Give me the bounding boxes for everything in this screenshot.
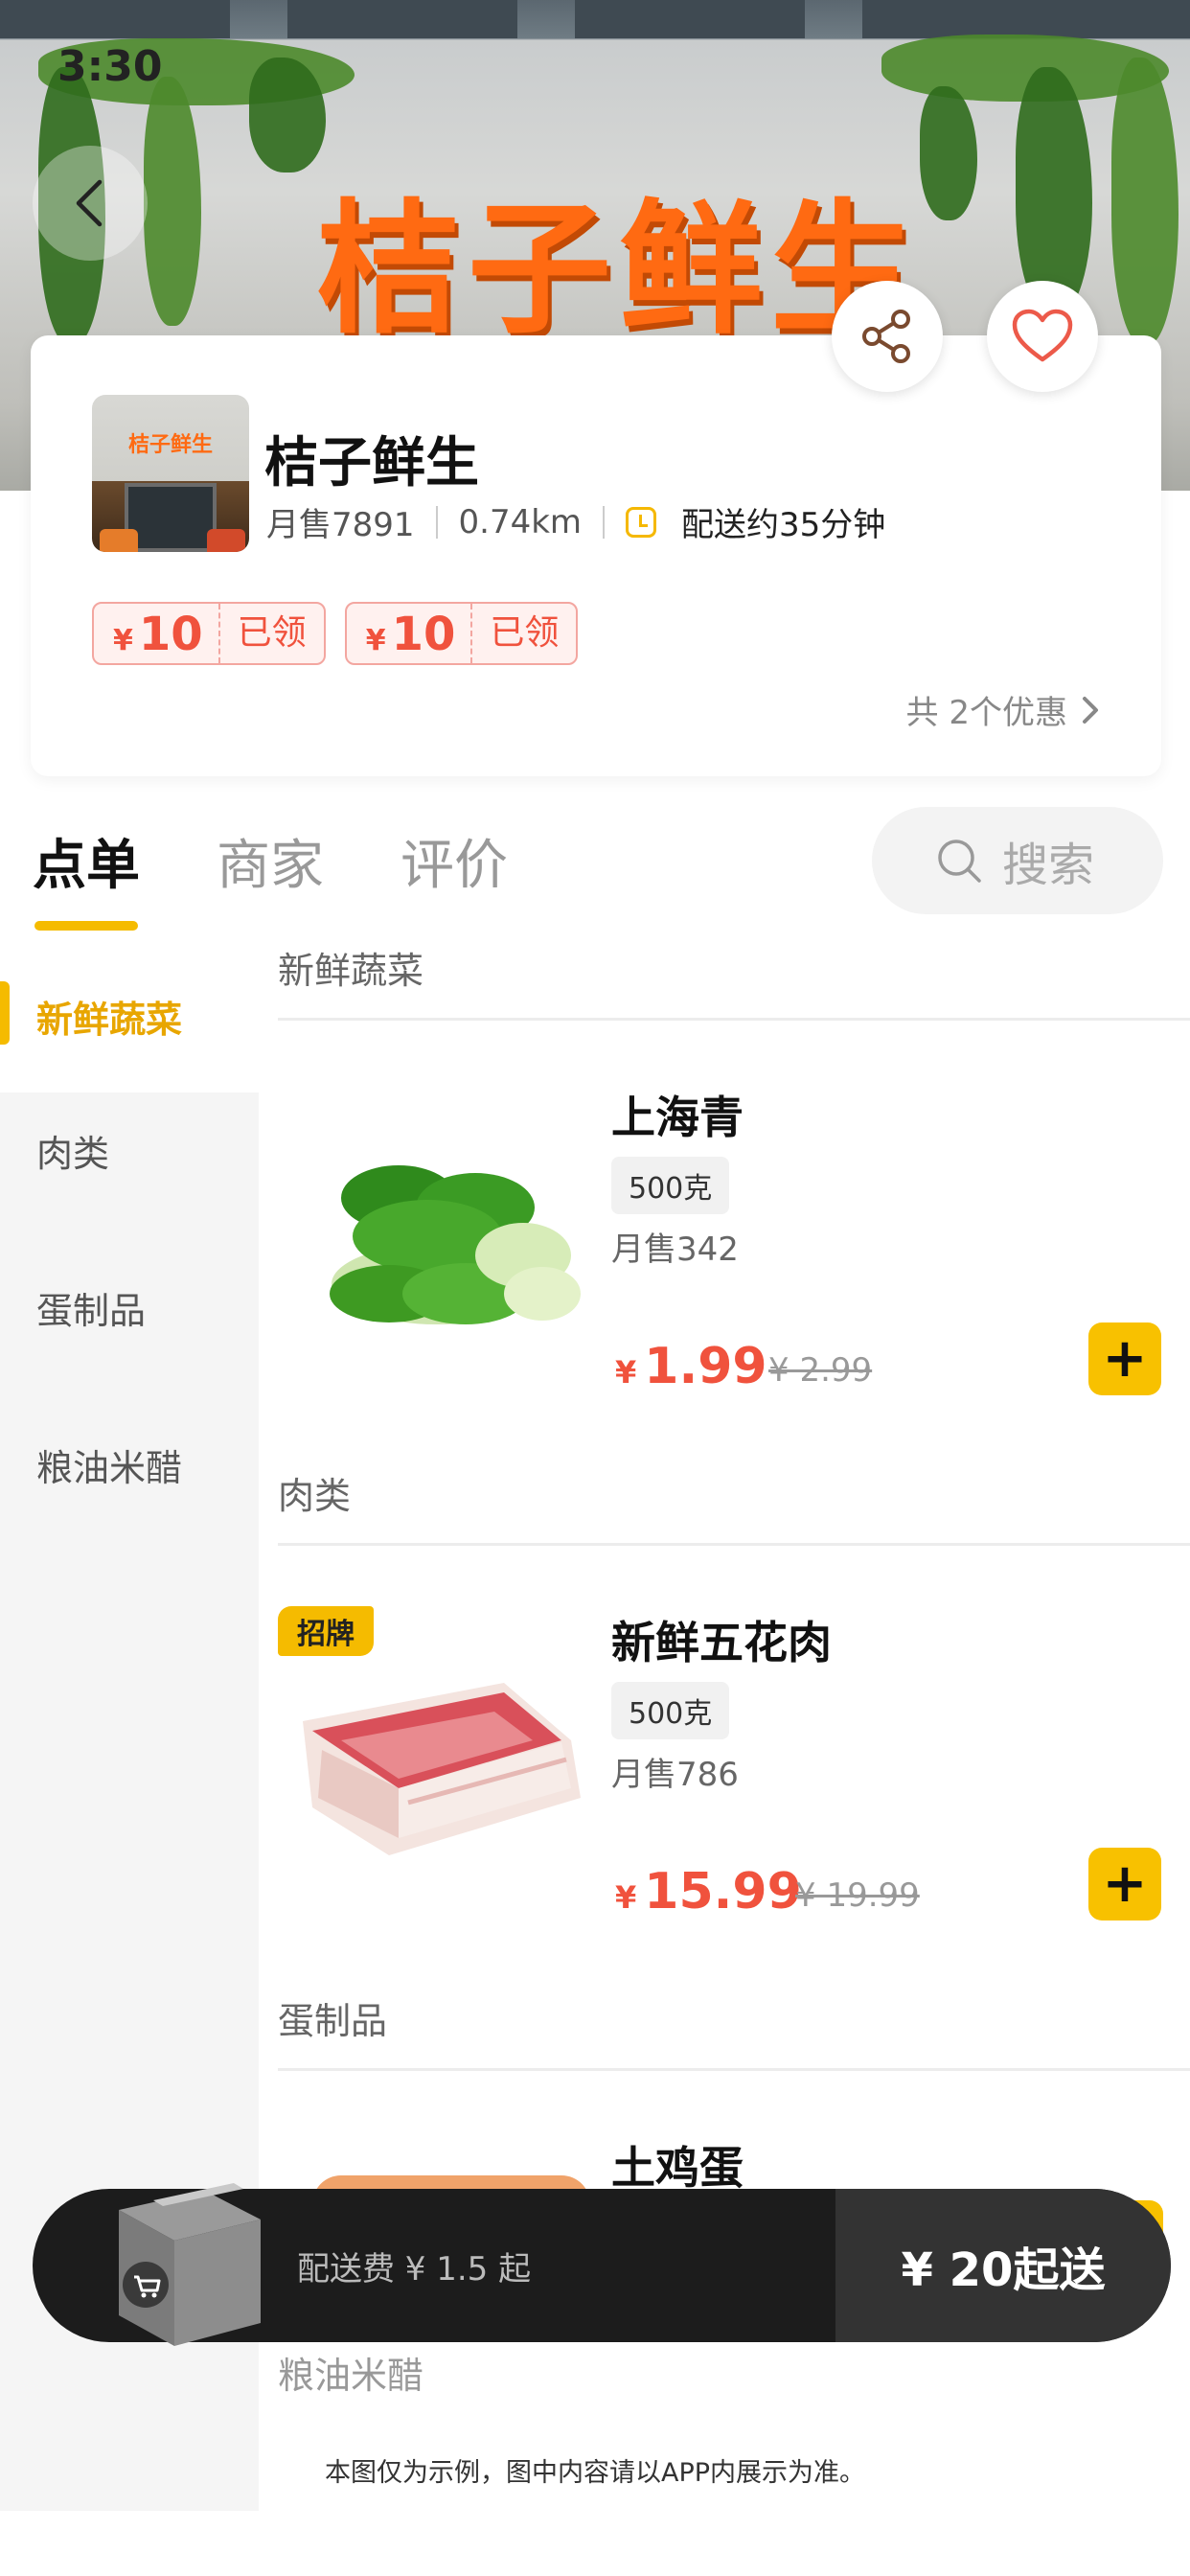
share-button[interactable] <box>832 281 943 392</box>
product-sold: 月售342 <box>611 1230 739 1269</box>
delivery-box-icon[interactable] <box>90 2181 266 2350</box>
store-thumbnail-produce <box>207 529 245 552</box>
coupon-amount: ¥10 <box>347 604 473 663</box>
product-spec: 500克 <box>611 1157 730 1214</box>
product-image-pork-belly <box>303 1683 581 1855</box>
product-original-price: ¥ 2.99 <box>768 1351 873 1390</box>
delivery-fee: 配送费 ¥ 1.5 起 <box>297 2250 532 2288</box>
banner-window <box>575 0 805 38</box>
category-item-eggs[interactable]: 蛋制品 <box>0 1230 259 1384</box>
coupon-currency: ¥ <box>113 624 133 657</box>
store-tabs: 点单 商家 评价 <box>33 822 508 931</box>
vine-decoration <box>1016 67 1092 316</box>
vine-decoration <box>144 77 201 326</box>
product-original-price: ¥ 19.99 <box>795 1876 920 1915</box>
share-icon <box>862 310 910 363</box>
back-arrow-icon <box>76 179 103 227</box>
chevron-right-icon <box>1083 696 1098 724</box>
product-name: 上海青 <box>611 1092 744 1143</box>
coupon-currency: ¥ <box>365 624 386 657</box>
heart-icon <box>1012 309 1073 362</box>
price-currency: ¥ <box>615 1354 637 1391</box>
product-price: ¥15.99 <box>615 1863 802 1920</box>
banner-window <box>0 0 230 38</box>
add-to-cart-button[interactable]: + <box>1088 1322 1161 1395</box>
section-title: 蛋制品 <box>278 2000 388 2042</box>
coupon-value: 10 <box>138 608 203 661</box>
section-title: 肉类 <box>278 1475 352 1517</box>
store-thumbnail: 桔子鲜生 <box>92 395 249 552</box>
promotions-link[interactable]: 共 2个优惠 <box>906 686 1100 733</box>
price-value: 15.99 <box>644 1863 802 1920</box>
divider <box>435 505 438 539</box>
min-order-button[interactable]: ¥ 20起送 <box>835 2189 1171 2342</box>
monthly-sales: 月售7891 <box>266 506 415 544</box>
add-to-cart-button[interactable]: + <box>1088 1848 1161 1920</box>
section-divider <box>278 1543 1190 1546</box>
coupon-amount: ¥10 <box>94 604 220 663</box>
promotions-count: 共 2个优惠 <box>905 694 1067 732</box>
disclaimer-text: 本图仅为示例，图中内容请以APP内展示为准。 <box>324 2458 866 2488</box>
plus-icon: + <box>1102 1852 1148 1915</box>
section-title: 新鲜蔬菜 <box>278 950 424 992</box>
store-thumbnail-sign: 桔子鲜生 <box>127 433 213 457</box>
product-name: 土鸡蛋 <box>611 2142 744 2194</box>
clock-icon <box>626 506 657 538</box>
coupon-value: 10 <box>391 608 456 661</box>
product-spec: 500克 <box>611 1682 730 1739</box>
store-thumbnail-door <box>125 483 217 552</box>
tab-merchant[interactable]: 商家 <box>217 822 324 900</box>
product-image-wrap: 招牌 <box>278 1606 604 1894</box>
coupon-list: ¥10 已领 ¥10 已领 <box>92 602 579 665</box>
delivery-time: 配送约35分钟 <box>681 506 886 544</box>
section-divider <box>278 1018 1190 1021</box>
store-thumbnail-produce <box>100 529 138 552</box>
store-name: 桔子鲜生 <box>264 432 479 494</box>
coupon-status: 已领 <box>490 613 560 653</box>
vine-decoration <box>1111 58 1179 345</box>
search-input[interactable]: 搜索 <box>872 807 1163 914</box>
plus-icon: + <box>1102 1327 1148 1390</box>
tab-order[interactable]: 点单 <box>33 822 140 931</box>
section-title: 粮油米醋 <box>278 2355 424 2397</box>
coupon[interactable]: ¥10 已领 <box>344 602 579 665</box>
store-meta: 月售7891 0.74km 配送约35分钟 <box>266 498 885 545</box>
category-item-grain-oil[interactable]: 粮油米醋 <box>0 1388 259 1541</box>
price-value: 1.99 <box>644 1338 767 1395</box>
favorite-button[interactable] <box>987 281 1098 392</box>
banner-window <box>862 0 1190 38</box>
product-sold: 月售786 <box>611 1756 739 1794</box>
status-time: 3:30 <box>57 42 163 91</box>
category-item-fresh-vegetables[interactable]: 新鲜蔬菜 <box>0 939 259 1092</box>
coupon-status: 已领 <box>237 613 307 653</box>
search-icon <box>938 840 981 883</box>
divider <box>603 505 606 539</box>
price-currency: ¥ <box>615 1879 637 1916</box>
signature-badge: 招牌 <box>278 1606 374 1656</box>
search-placeholder: 搜索 <box>1002 839 1095 892</box>
banner-window <box>287 0 517 38</box>
category-item-meat[interactable]: 肉类 <box>0 1073 259 1227</box>
store-info-card: 桔子鲜生 桔子鲜生 月售7891 0.74km 配送约35分钟 ¥10 已领 ¥… <box>31 335 1161 776</box>
distance: 0.74km <box>458 502 583 541</box>
banner-sign-text: 桔子鲜生 <box>316 187 923 354</box>
tab-reviews[interactable]: 评价 <box>400 822 508 900</box>
product-image-bok-choy <box>330 1165 581 1324</box>
coupon[interactable]: ¥10 已领 <box>92 602 326 665</box>
section-divider <box>278 2068 1190 2071</box>
product-price: ¥1.99 <box>615 1338 767 1395</box>
back-button[interactable] <box>33 146 148 261</box>
product-name: 新鲜五花肉 <box>611 1617 832 1668</box>
vine-decoration <box>920 86 977 220</box>
